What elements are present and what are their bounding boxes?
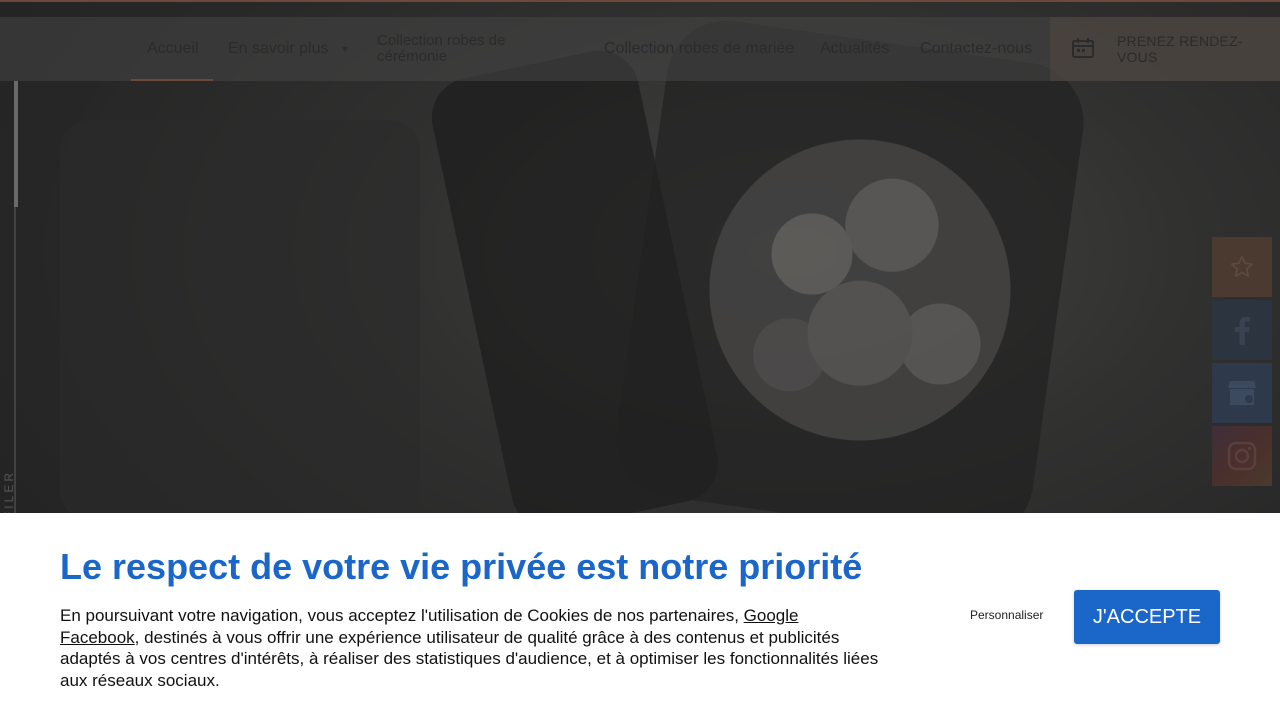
nav-item-label: Collection robes de mariée [604,40,795,57]
nav-item-label: Contactez-nous [920,40,1033,57]
google-link[interactable]: Google [744,606,799,625]
nav-item-label: Accueil [147,40,199,57]
nav-item-en-savoir-plus[interactable]: En savoir plus ▼ [228,17,349,81]
favorite-button[interactable] [1212,237,1272,297]
google-my-business-icon [1228,381,1256,405]
customize-link[interactable]: Personnaliser [970,608,1043,622]
scroll-progress [14,81,18,207]
main-navbar: Accueil En savoir plus ▼ Collection robe… [0,17,1280,81]
calendar-icon [1072,38,1094,58]
star-icon [1230,255,1254,277]
nav-item-collection-mariee[interactable]: Collection robes de mariée [604,17,794,81]
cookie-title: Le respect de votre vie privée est notre… [60,546,863,587]
nav-item-actualites[interactable]: Actualités [820,17,889,81]
facebook-icon [1235,316,1250,345]
cookie-text-after: , destinés à vous offrir une expérience … [60,627,879,690]
nav-item-collection-ceremonie[interactable]: Collection robes de cérémonie [377,17,547,81]
nav-item-accueil[interactable]: Accueil [131,17,213,81]
cookie-description: En poursuivant votre navigation, vous ac… [60,605,900,691]
cookie-banner: Le respect de votre vie privée est notre… [0,513,1280,720]
nav-item-label: Collection robes de cérémonie [377,32,506,65]
facebook-button[interactable] [1212,300,1272,360]
rendez-vous-label: PRENEZ RENDEZ-VOUS [1117,33,1243,65]
accept-button[interactable]: J'ACCEPTE [1074,590,1220,644]
top-border [0,0,1280,2]
instagram-icon [1227,441,1257,471]
facebook-link[interactable]: Facebook [60,628,135,647]
google-my-business-button[interactable] [1212,363,1272,423]
cookie-text-before: En poursuivant votre navigation, vous ac… [60,606,744,625]
rendez-vous-button[interactable]: PRENEZ RENDEZ-VOUS [1050,17,1280,81]
instagram-button[interactable] [1212,426,1272,486]
nav-item-label: En savoir plus [228,40,329,57]
caret-down-icon: ▼ [340,44,350,54]
nav-item-contact[interactable]: Contactez-nous [920,17,1032,81]
nav-item-label: Actualités [820,40,890,57]
